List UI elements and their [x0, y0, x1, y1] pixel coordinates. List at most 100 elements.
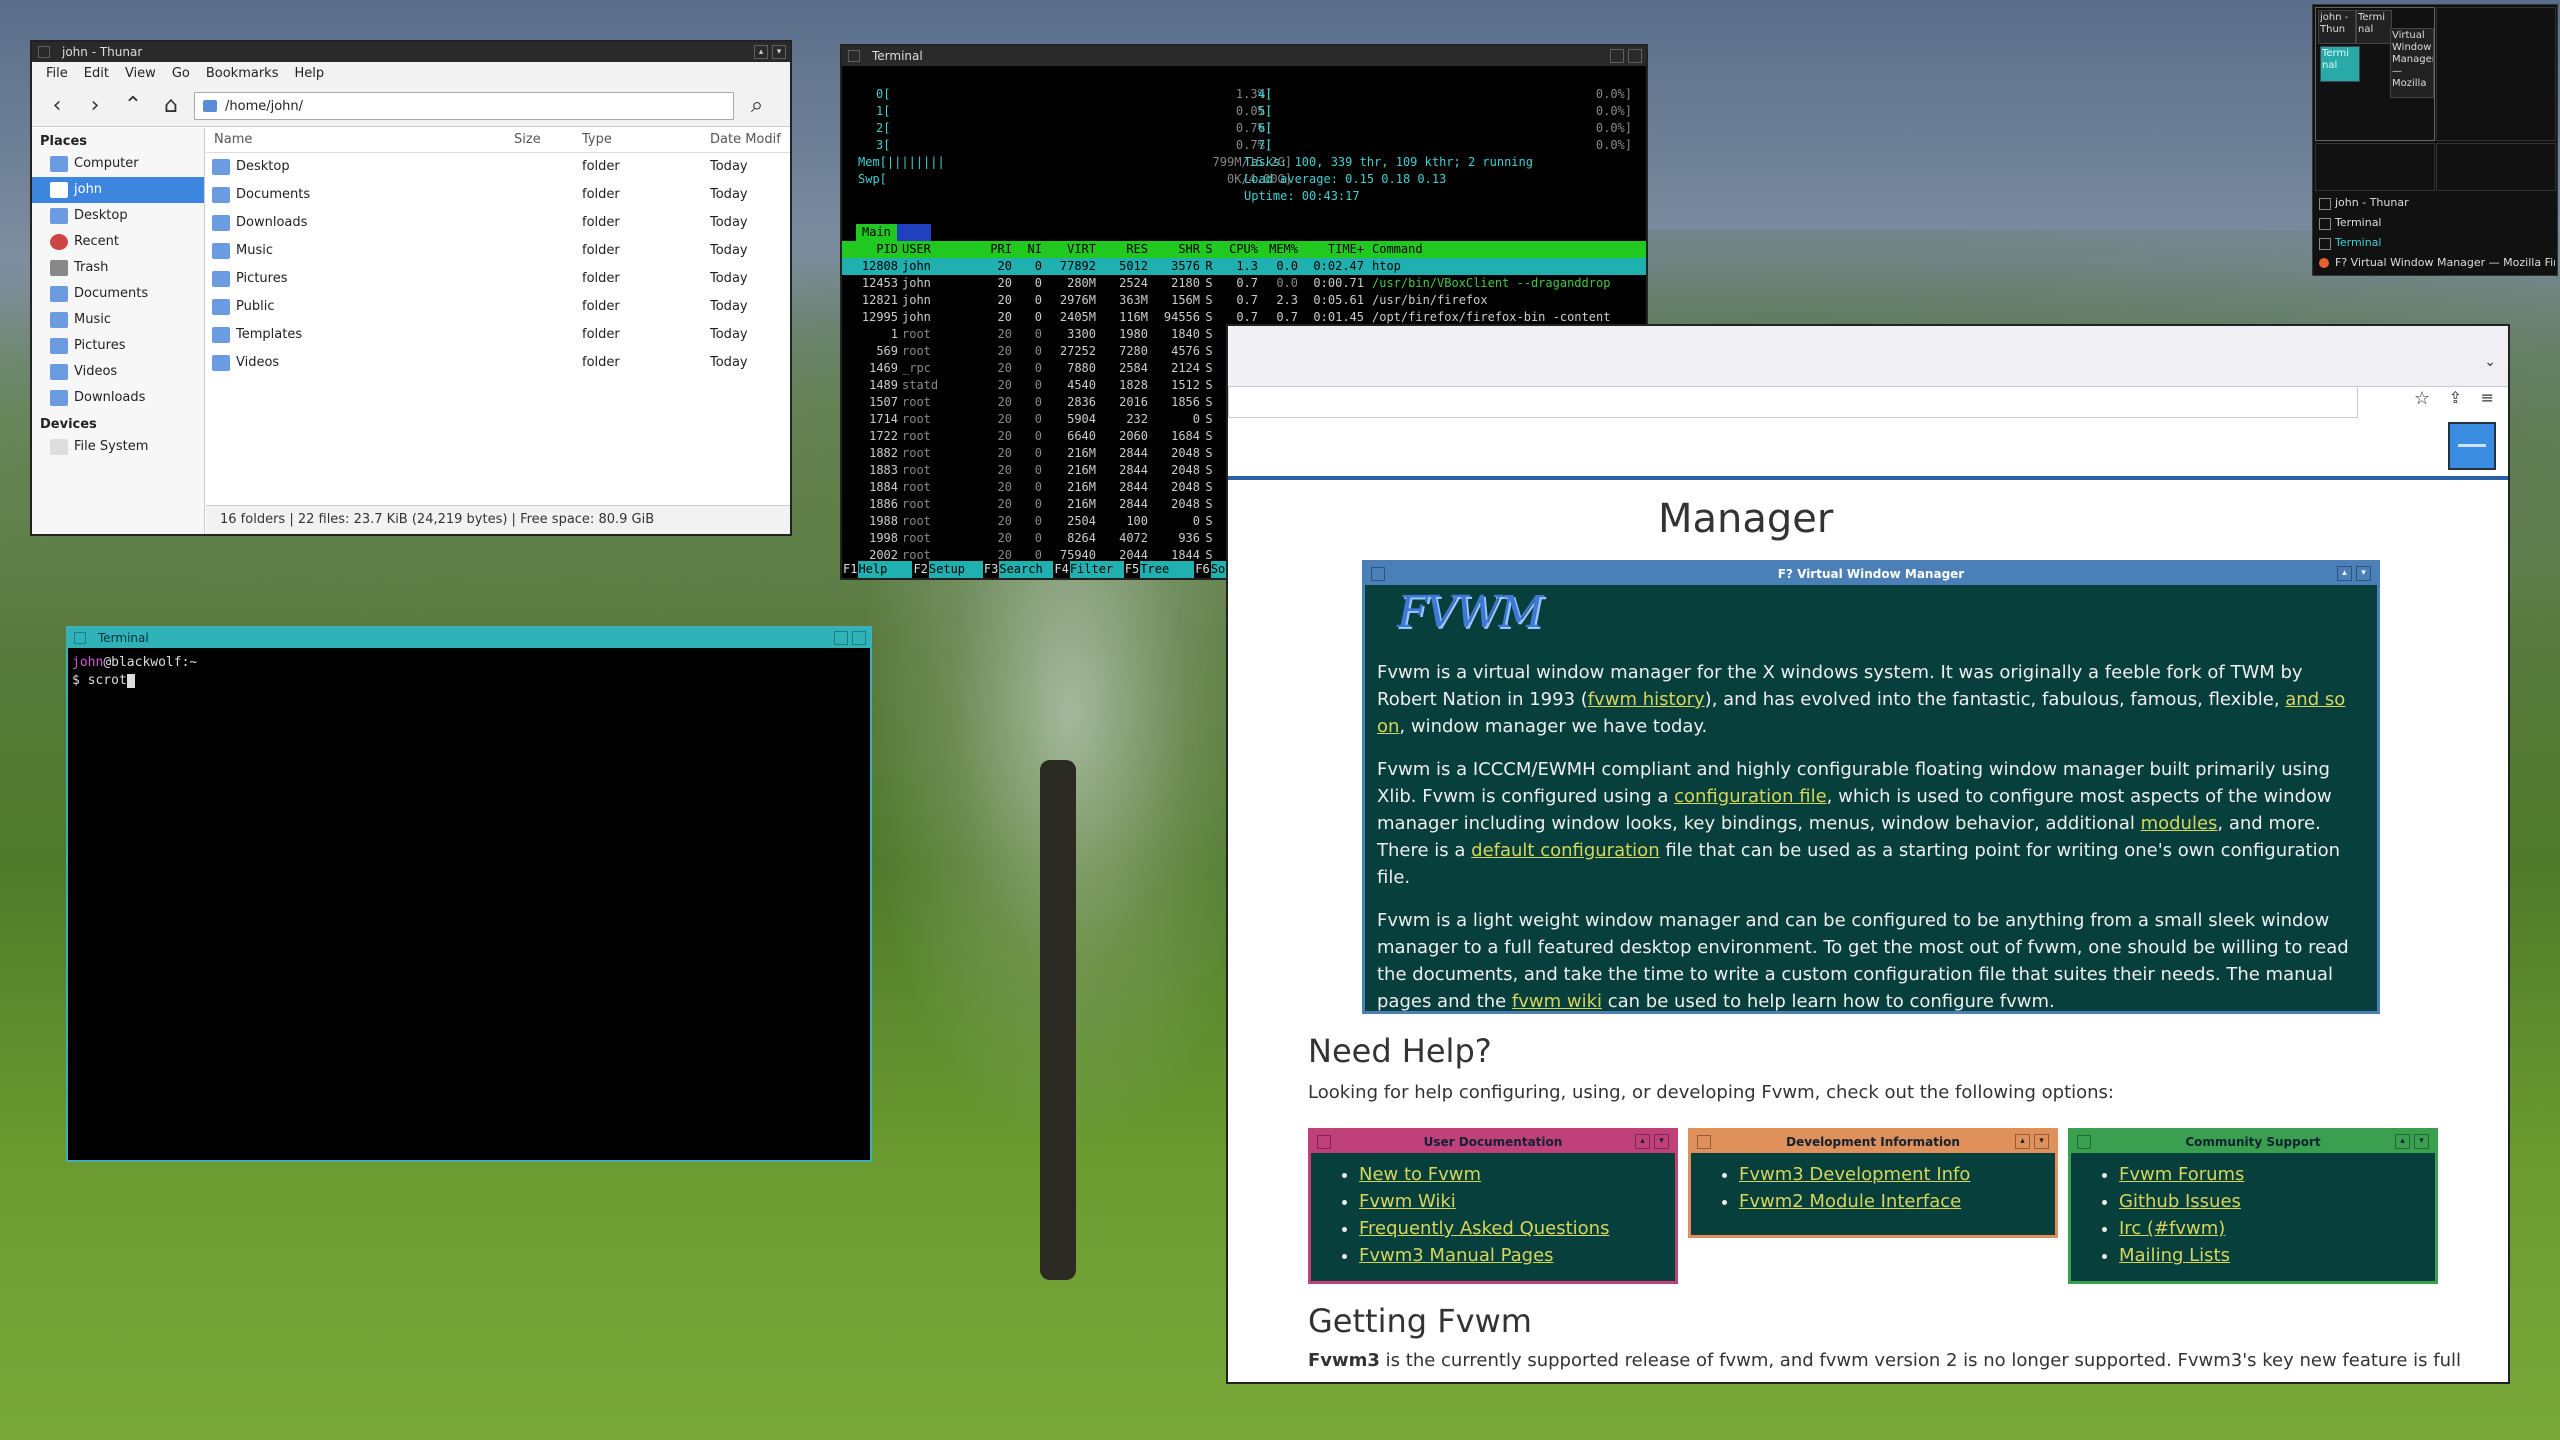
sidebar-item-john[interactable]: john: [32, 177, 204, 203]
help-link[interactable]: Fvwm Forums: [2119, 1164, 2244, 1185]
thunar-titlebar[interactable]: john - Thunar ▴ ▾: [32, 42, 790, 62]
menu-view[interactable]: View: [119, 62, 162, 86]
sidebar-item-trash[interactable]: Trash: [32, 255, 204, 281]
sidebar-item-documents[interactable]: Documents: [32, 281, 204, 307]
fkey-label[interactable]: Help: [858, 561, 913, 578]
sidebar-item-computer[interactable]: Computer: [32, 151, 204, 177]
back-icon[interactable]: ‹: [42, 91, 72, 121]
column-header[interactable]: PID: [842, 241, 902, 258]
column-header[interactable]: Command: [1364, 241, 1632, 258]
maximize-icon[interactable]: [852, 631, 866, 645]
window-menu-icon[interactable]: [848, 50, 860, 62]
tab-io[interactable]: I/O: [896, 224, 931, 241]
column-header[interactable]: S: [1200, 241, 1218, 258]
file-row[interactable]: Pictures folder Today: [206, 265, 790, 293]
minimize-icon[interactable]: ▴: [754, 45, 768, 59]
window-list-item-terminal[interactable]: Terminal: [2315, 213, 2555, 233]
column-header[interactable]: NI: [1012, 241, 1042, 258]
column-header[interactable]: SHR: [1148, 241, 1200, 258]
help-link[interactable]: Mailing Lists: [2119, 1245, 2230, 1266]
file-row[interactable]: Documents folder Today: [206, 181, 790, 209]
modules-link[interactable]: modules: [2141, 813, 2218, 834]
window-menu-icon[interactable]: [74, 632, 86, 644]
fkey-number[interactable]: F5: [1123, 561, 1141, 578]
mini-window-firefox[interactable]: Virtual Window Manager — Mozilla: [2390, 28, 2434, 98]
home-icon[interactable]: ⌂: [156, 91, 186, 121]
column-date[interactable]: Date Modif: [704, 128, 784, 152]
window-list-item-terminal-active[interactable]: Terminal: [2315, 233, 2555, 253]
fvwm-history-link[interactable]: fvwm history: [1588, 689, 1705, 710]
menu-edit[interactable]: Edit: [78, 62, 115, 86]
process-row[interactable]: 12453 john 20 0 280M 2524 2180 S 0.7 0.0 0:00.71/u…: [842, 275, 1646, 292]
fkey-number[interactable]: F6: [1194, 561, 1211, 578]
file-row[interactable]: Public folder Today: [206, 293, 790, 321]
fkey-number[interactable]: F2: [912, 561, 929, 578]
tab-main[interactable]: Main: [856, 224, 897, 241]
help-link[interactable]: Github Issues: [2119, 1191, 2241, 1212]
window-list-item-firefox[interactable]: F? Virtual Window Manager — Mozilla Fire: [2315, 253, 2555, 273]
firefox-window[interactable]: ⌄ ☆ ⇪ ≡ Manager F? Virtual Window Manage…: [1226, 324, 2510, 1384]
app-menu-icon[interactable]: ≡: [2481, 388, 2494, 407]
process-row[interactable]: 12808 john 20 0 77892 5012 3576 R 1.3 0.0 0:02.47 h…: [842, 258, 1646, 275]
column-header[interactable]: VIRT: [1042, 241, 1096, 258]
thunar-window[interactable]: john - Thunar ▴ ▾ File Edit View Go Bookm…: [30, 40, 792, 536]
sidebar-item-recent[interactable]: Recent: [32, 229, 204, 255]
htop-titlebar[interactable]: Terminal: [842, 46, 1646, 66]
desk-4[interactable]: [2436, 143, 2556, 191]
column-header[interactable]: CPU%: [1218, 241, 1258, 258]
fkey-label[interactable]: Search: [999, 561, 1054, 578]
configuration-file-link[interactable]: configuration file: [1674, 786, 1827, 807]
desk-2[interactable]: [2436, 7, 2556, 141]
terminal-window[interactable]: Terminal john@blackwolf:~ $ scrot: [66, 626, 872, 1162]
maximize-icon[interactable]: ▾: [772, 45, 786, 59]
column-size[interactable]: Size: [508, 128, 576, 152]
fkey-label[interactable]: Tree: [1140, 561, 1195, 578]
desk-3[interactable]: [2315, 143, 2435, 191]
mini-window-terminal-active[interactable]: Termi nal: [2320, 46, 2360, 82]
column-header[interactable]: TIME+: [1298, 241, 1364, 258]
fvwm-wiki-link[interactable]: fvwm wiki: [1512, 991, 1602, 1012]
minimize-icon[interactable]: [834, 631, 848, 645]
file-row[interactable]: Music folder Today: [206, 237, 790, 265]
desk-1[interactable]: john - Thun Termi nal Termi nal Virtual …: [2315, 7, 2435, 141]
location-bar[interactable]: /home/john/: [194, 92, 734, 120]
menu-file[interactable]: File: [40, 62, 74, 86]
command-line[interactable]: $ scrot: [68, 672, 870, 690]
column-header[interactable]: PRI: [972, 241, 1012, 258]
file-row[interactable]: Videos folder Today: [206, 349, 790, 377]
process-row[interactable]: 12821 john 20 0 2976M 363M 156M S 0.7 2.3 0:05.61 /…: [842, 292, 1646, 309]
up-icon[interactable]: ⌃: [118, 91, 148, 121]
default-configuration-link[interactable]: default configuration: [1471, 840, 1659, 861]
column-name[interactable]: Name: [206, 128, 508, 152]
column-header[interactable]: RES: [1096, 241, 1148, 258]
minimize-icon[interactable]: [1610, 49, 1624, 63]
sidebar-item-pictures[interactable]: Pictures: [32, 333, 204, 359]
help-link[interactable]: New to Fvwm: [1359, 1164, 1481, 1185]
help-link[interactable]: Fvwm3 Development Info: [1739, 1164, 1970, 1185]
tab-list-chevron-icon[interactable]: ⌄: [2484, 354, 2496, 370]
fkey-number[interactable]: F3: [982, 561, 1000, 578]
maximize-icon[interactable]: [1628, 49, 1642, 63]
fkey-label[interactable]: Filter: [1069, 561, 1124, 578]
help-link[interactable]: Fvwm2 Module Interface: [1739, 1191, 1961, 1212]
search-icon[interactable]: ⌕: [742, 91, 772, 121]
terminal-titlebar[interactable]: Terminal: [68, 628, 870, 648]
help-link[interactable]: Fvwm3 Manual Pages: [1359, 1245, 1554, 1266]
menu-help[interactable]: Help: [288, 62, 330, 86]
help-link[interactable]: Fvwm Wiki: [1359, 1191, 1456, 1212]
extensions-icon[interactable]: ⇪: [2449, 388, 2462, 407]
fkey-number[interactable]: F4: [1053, 561, 1070, 578]
file-row[interactable]: Desktop folder Today: [206, 153, 790, 181]
column-header[interactable]: MEM%: [1258, 241, 1298, 258]
url-field[interactable]: [1228, 386, 2358, 418]
forward-icon[interactable]: ›: [80, 91, 110, 121]
page-menu-button[interactable]: [2448, 422, 2496, 470]
mini-window-terminal[interactable]: Termi nal: [2356, 10, 2392, 44]
menu-bookmarks[interactable]: Bookmarks: [200, 62, 285, 86]
sidebar-item-music[interactable]: Music: [32, 307, 204, 333]
sidebar-item-videos[interactable]: Videos: [32, 359, 204, 385]
help-link[interactable]: Frequently Asked Questions: [1359, 1218, 1609, 1239]
bookmark-star-icon[interactable]: ☆: [2414, 388, 2430, 409]
menu-go[interactable]: Go: [166, 62, 196, 86]
help-link[interactable]: Irc (#fvwm): [2119, 1218, 2225, 1239]
